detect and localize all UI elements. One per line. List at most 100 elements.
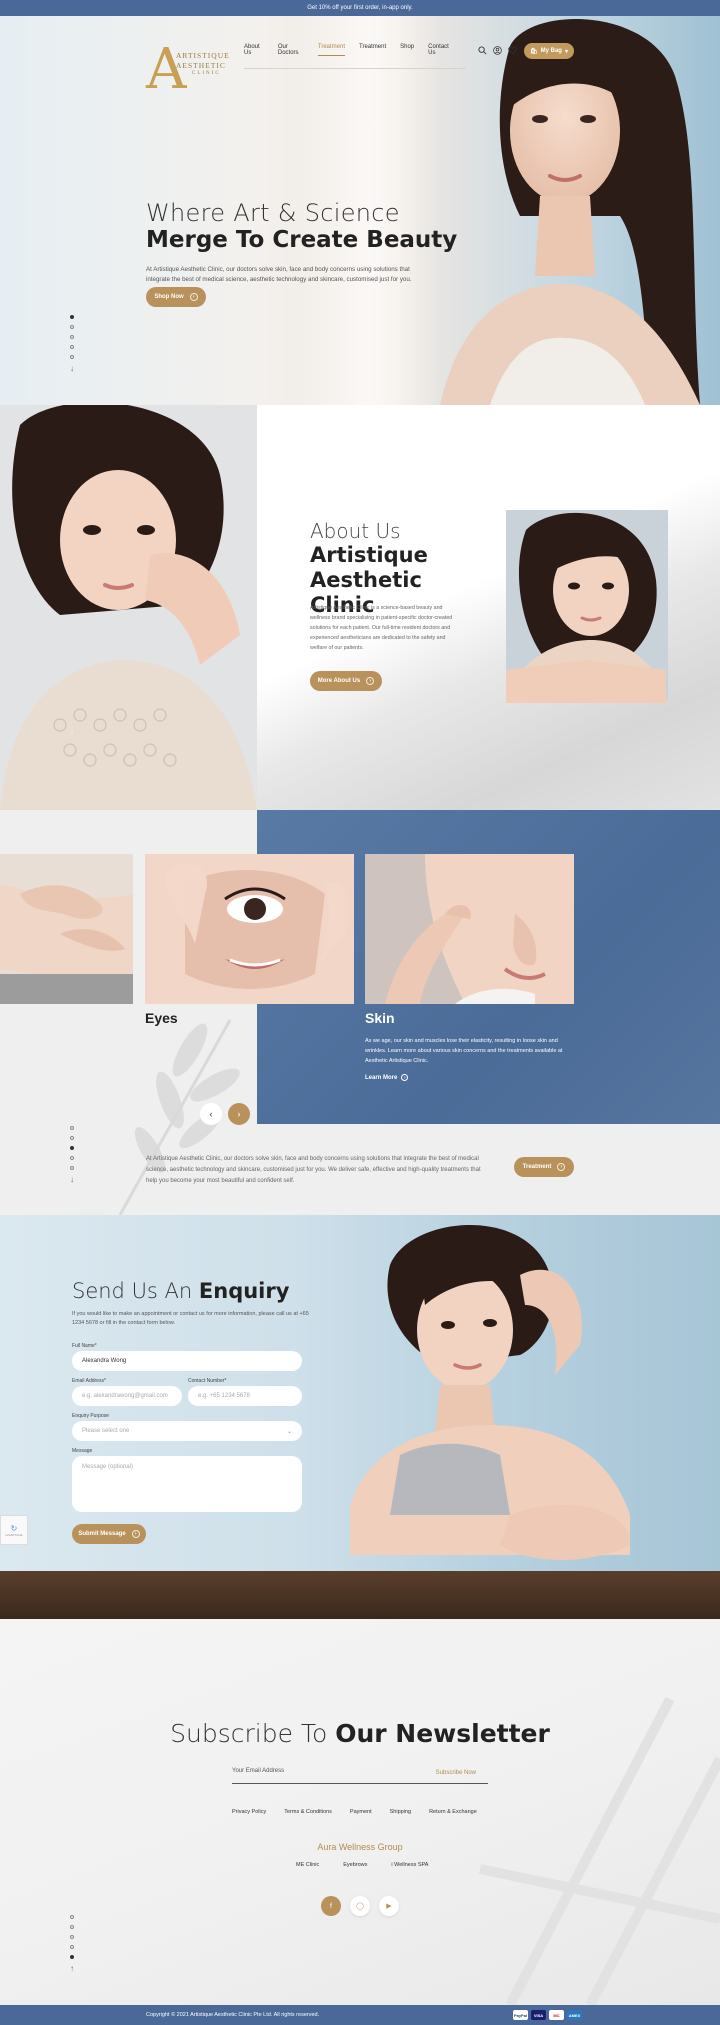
user-icon[interactable] (493, 46, 502, 55)
footer-link-returns[interactable]: Return & Exchange (429, 1809, 477, 1815)
about-section: About Us Artistique Aesthetic Clinic Art… (0, 405, 720, 810)
chevron-down-icon: ⌄ (286, 1428, 292, 1435)
enquiry-purpose-select[interactable]: Please select one ⌄ (72, 1421, 302, 1441)
treatment-description: At Artistique Aesthetic Clinic, our doct… (146, 1156, 481, 1184)
slide-dot[interactable] (70, 1126, 74, 1130)
group-link-spa[interactable]: i Wellness SPA (391, 1862, 428, 1868)
slider-prev-button[interactable]: ‹ (200, 1103, 222, 1125)
slide-dot[interactable] (70, 345, 74, 349)
slide-dot[interactable] (70, 1146, 74, 1150)
slide-dot[interactable] (70, 315, 74, 319)
footer-link-payment[interactable]: Payment (350, 1809, 372, 1815)
slider-next-button[interactable]: › (228, 1103, 250, 1125)
about-title-line1: About Us (310, 519, 401, 543)
search-icon[interactable] (478, 46, 487, 55)
arrow-right-icon: › (366, 677, 375, 685)
heart-icon[interactable] (508, 46, 517, 55)
group-link-eyebrows[interactable]: Eyebrows (343, 1862, 367, 1868)
newsletter-title: Subscribe To Our Newsletter (170, 1719, 550, 1748)
slide-dot[interactable] (70, 1955, 74, 1959)
slide-dot[interactable] (70, 1925, 74, 1929)
window-shadow-decoration (478, 1696, 720, 2005)
about-woman-image (0, 405, 257, 810)
enquiry-section: Send Us An Enquiry If you would like to … (0, 1215, 720, 1619)
slide-dot[interactable] (70, 1156, 74, 1160)
facebook-icon[interactable]: f (321, 1896, 341, 1916)
nav-our-doctors[interactable]: Our Doctors (278, 44, 304, 56)
group-title: Aura Wellness Group (317, 1842, 403, 1852)
recaptcha-icon: ↻ (10, 1523, 18, 1533)
nav-shop[interactable]: Shop (400, 44, 414, 56)
nav-treatment-active[interactable]: Treatment (317, 44, 345, 56)
youtube-icon[interactable]: ▶ (379, 1896, 399, 1916)
arrow-down-icon[interactable]: ↓ (70, 1176, 74, 1184)
slide-dot[interactable] (70, 1915, 74, 1919)
slide-dot[interactable] (70, 1136, 74, 1140)
message-textarea[interactable]: Message (optional) (72, 1456, 302, 1512)
my-bag-button[interactable]: 🛍 My Bag ▾ (524, 43, 574, 59)
arrow-right-icon: › (557, 1163, 566, 1171)
footer-slider-dots: ↑ (70, 1915, 74, 1973)
subscribe-now-button[interactable]: Subscribe Now (436, 1770, 476, 1776)
announcement-bar: Get 10% off your first order, in-app onl… (0, 0, 720, 16)
paypal-icon: PayPal (513, 2010, 528, 2020)
treatment-card-eyes[interactable] (145, 854, 354, 1004)
treatment-card-body[interactable] (0, 854, 133, 1004)
about-scroll-indicator: ↓ (70, 727, 74, 735)
slide-dot[interactable] (70, 1945, 74, 1949)
enquiry-subtitle: If you would like to make an appointment… (72, 1311, 309, 1326)
arrow-down-icon[interactable]: ↓ (70, 727, 74, 735)
treatments-section: Eyes Skin As we age, our skin and muscle… (0, 810, 720, 1215)
enquiry-title: Send Us An Enquiry (72, 1279, 290, 1303)
full-name-field[interactable]: Alexandra Wong (72, 1351, 302, 1371)
hero-title-line1: Where Art & Science (146, 199, 400, 227)
shop-now-button[interactable]: Shop Now › (146, 287, 206, 307)
recaptcha-badge[interactable]: ↻ reCAPTCHA (0, 1515, 28, 1545)
amex-icon: AMEX (567, 2010, 582, 2020)
learn-more-link[interactable]: Learn More › (365, 1074, 409, 1081)
submit-message-button[interactable]: Submit Message › (72, 1524, 146, 1544)
treatment-slider-dots: ↓ (70, 1126, 74, 1184)
hero-section: A ARTISTIQUE AESTHETIC CLINIC About Us O… (0, 16, 720, 405)
nav-treatment[interactable]: Treatment (359, 44, 386, 56)
treatment-card-skin[interactable] (365, 854, 574, 1004)
chevron-down-icon: ▾ (564, 48, 568, 55)
hero-woman-image (440, 18, 700, 405)
arrow-down-icon[interactable]: ↓ (70, 365, 74, 373)
bag-icon: 🛍 (530, 48, 538, 55)
nav-about-us[interactable]: About Us (244, 44, 264, 56)
slide-dot[interactable] (70, 1935, 74, 1939)
copyright-text: Copyright © 2021 Artistique Aesthetic Cl… (146, 2012, 320, 2018)
slide-dot[interactable] (70, 355, 74, 359)
visa-icon: VISA (531, 2010, 546, 2020)
chevron-right-icon: › (237, 1109, 241, 1119)
more-about-us-button[interactable]: More About Us › (310, 671, 382, 691)
contact-number-field[interactable]: e.g. +65 1234 5678 (188, 1386, 302, 1406)
eyes-label: Eyes (145, 1010, 178, 1026)
bottom-bar: Copyright © 2021 Artistique Aesthetic Cl… (0, 2005, 720, 2025)
announcement-text: Get 10% off your first order, in-app onl… (307, 5, 413, 11)
skin-label: Skin (365, 1010, 395, 1026)
slide-dot[interactable] (70, 1166, 74, 1170)
instagram-icon[interactable]: ◯ (350, 1896, 370, 1916)
slide-dot[interactable] (70, 325, 74, 329)
newsletter-email-input[interactable]: Your Email Address Subscribe Now (232, 1768, 488, 1784)
treatment-button[interactable]: Treatment › (514, 1157, 574, 1177)
main-nav: About Us Our Doctors Treatment Treatment… (244, 44, 466, 69)
clinic-logo[interactable]: A ARTISTIQUE AESTHETIC CLINIC (146, 42, 229, 108)
enquiry-woman-image (350, 1225, 630, 1560)
chevron-left-icon: ‹ (209, 1109, 213, 1119)
nav-contact-us[interactable]: Contact Us (428, 44, 452, 56)
email-field[interactable]: e.g. alexandrawong@gmail.com (72, 1386, 182, 1406)
footer-link-privacy[interactable]: Privacy Policy (232, 1809, 266, 1815)
group-links: ME Clinic Eyebrows i Wellness SPA (296, 1862, 428, 1868)
footer-link-shipping[interactable]: Shipping (390, 1809, 411, 1815)
arrow-up-icon[interactable]: ↑ (70, 1965, 74, 1973)
footer-link-terms[interactable]: Terms & Conditions (284, 1809, 332, 1815)
newsletter-section: Subscribe To Our Newsletter Your Email A… (0, 1619, 720, 2005)
arrow-right-icon: › (401, 1074, 409, 1081)
arrow-right-icon: › (189, 293, 198, 301)
about-description: Artistique Aesthetic Clinic is a science… (310, 605, 453, 651)
slide-dot[interactable] (70, 335, 74, 339)
group-link-me-clinic[interactable]: ME Clinic (296, 1862, 319, 1868)
